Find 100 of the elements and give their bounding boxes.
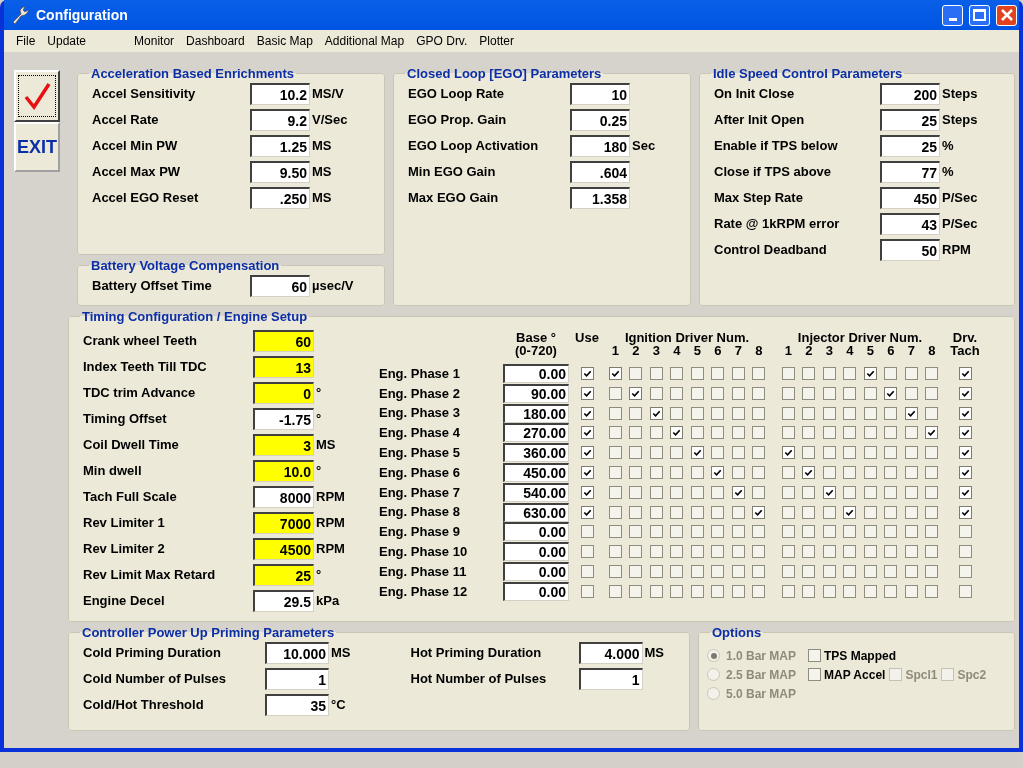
checkbox[interactable] [711,584,725,598]
input-field[interactable]: 0.00 [503,364,569,383]
checkbox[interactable] [580,564,594,578]
checkbox[interactable] [958,426,972,440]
checkbox[interactable] [958,545,972,559]
checkbox[interactable] [670,505,684,519]
checkbox[interactable] [884,564,898,578]
checkbox[interactable] [752,465,766,479]
checkbox[interactable] [629,525,643,539]
checkbox[interactable] [690,505,704,519]
checkbox[interactable] [781,485,795,499]
checkbox[interactable] [580,505,594,519]
checkbox[interactable] [731,446,745,460]
input-field[interactable]: 7000 [253,512,314,534]
checkbox[interactable] [843,426,857,440]
checkbox[interactable] [958,386,972,400]
checkbox[interactable] [670,525,684,539]
input-field[interactable]: 630.00 [503,502,569,522]
checkbox[interactable] [843,485,857,499]
checkbox[interactable] [629,446,643,460]
checkbox[interactable] [731,545,745,559]
input-field[interactable]: 1.358 [570,187,630,209]
checkbox[interactable] [904,426,918,440]
checkbox[interactable] [629,485,643,499]
checkbox[interactable] [731,485,745,499]
checkbox[interactable] [781,505,795,519]
input-field[interactable]: 9.50 [250,161,310,183]
checkbox[interactable] [629,367,643,380]
checkbox[interactable] [863,545,877,559]
checkbox[interactable] [925,505,939,519]
checkbox[interactable] [904,584,918,598]
checkbox[interactable] [843,446,857,460]
checkbox[interactable] [822,406,836,420]
checkbox[interactable] [884,446,898,460]
checkbox[interactable] [808,649,822,662]
checkbox[interactable] [731,564,745,578]
input-field[interactable]: 450.00 [503,462,569,482]
checkbox[interactable] [711,545,725,559]
checkbox[interactable] [904,505,918,519]
checkbox[interactable] [629,465,643,479]
checkbox[interactable] [925,545,939,559]
checkbox[interactable] [690,367,704,380]
checkbox[interactable] [781,465,795,479]
checkbox[interactable] [711,485,725,499]
checkbox[interactable] [822,505,836,519]
checkbox[interactable] [670,545,684,559]
checkbox[interactable] [670,446,684,460]
input-field[interactable]: 25 [880,109,940,131]
menu-item[interactable]: File [10,32,42,50]
checkbox[interactable] [904,485,918,499]
input-field[interactable]: 60 [250,275,310,297]
checkbox[interactable] [863,386,877,400]
checkbox[interactable] [629,584,643,598]
checkbox[interactable] [904,406,918,420]
checkbox[interactable] [802,485,816,499]
checkbox[interactable] [752,505,766,519]
input-field[interactable]: -1.75 [253,408,314,430]
checkbox[interactable] [958,564,972,578]
input-field[interactable]: 0.00 [503,542,569,562]
checkbox[interactable] [802,564,816,578]
checkbox[interactable] [822,367,836,380]
checkbox[interactable] [580,545,594,559]
checkbox[interactable] [690,446,704,460]
checkbox[interactable] [802,367,816,380]
checkbox[interactable] [649,406,663,420]
input-field[interactable]: 200 [880,83,940,105]
checkbox[interactable] [802,584,816,598]
checkbox[interactable] [649,525,663,539]
checkbox[interactable] [822,465,836,479]
checkbox[interactable] [843,367,857,380]
checkbox[interactable] [958,465,972,479]
checkbox[interactable] [690,465,704,479]
checkbox[interactable] [731,406,745,420]
checkbox[interactable] [925,584,939,598]
close-button[interactable] [996,4,1017,26]
checkbox[interactable] [822,525,836,539]
checkbox[interactable] [958,485,972,499]
checkbox[interactable] [752,446,766,460]
checkbox[interactable] [670,564,684,578]
checkbox[interactable] [649,584,663,598]
checkbox[interactable] [608,386,622,400]
checkbox[interactable] [580,367,594,380]
checkbox[interactable] [629,564,643,578]
checkbox[interactable] [884,485,898,499]
checkbox[interactable] [649,465,663,479]
checkbox[interactable] [580,446,594,460]
checkbox[interactable] [884,505,898,519]
checkbox[interactable] [580,584,594,598]
checkbox[interactable] [802,465,816,479]
checkbox[interactable] [925,367,939,380]
checkbox[interactable] [843,505,857,519]
checkbox[interactable] [649,545,663,559]
checkbox[interactable] [781,446,795,460]
checkbox[interactable] [649,446,663,460]
input-field[interactable]: 1 [578,668,643,690]
maximize-button[interactable] [969,4,990,26]
checkbox[interactable] [752,386,766,400]
menu-item[interactable]: GPO Drv. [410,32,474,50]
checkbox[interactable] [711,505,725,519]
checkbox[interactable] [925,426,939,440]
